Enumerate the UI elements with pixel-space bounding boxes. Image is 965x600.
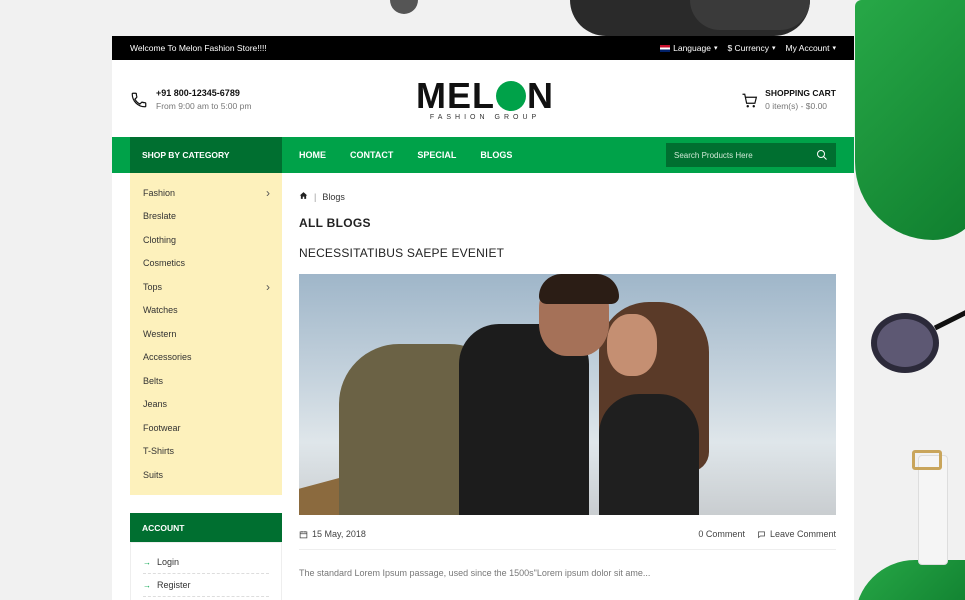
decor-watch-strap xyxy=(918,455,948,565)
category-item-fashion[interactable]: Fashion › xyxy=(143,181,282,205)
phone-number: +91 800-12345-6789 xyxy=(156,88,240,98)
welcome-text: Welcome To Melon Fashion Store!!!! xyxy=(130,43,267,53)
calendar-icon xyxy=(299,530,308,538)
logo-subtitle: FASHION GROUP xyxy=(429,114,541,121)
chevron-down-icon: ▾ xyxy=(772,45,776,52)
account-link-register[interactable]: → Register xyxy=(143,574,269,597)
breadcrumb-separator: | xyxy=(314,191,317,202)
breadcrumb-current[interactable]: Blogs xyxy=(322,192,345,202)
cart-summary: 0 item(s) - $0.00 xyxy=(765,101,828,111)
category-item-cosmetics[interactable]: Cosmetics xyxy=(143,252,282,276)
decor-watch-buckle xyxy=(912,450,942,470)
nav-blogs[interactable]: BLOGS xyxy=(480,150,512,160)
account-dropdown[interactable]: My Account ▾ xyxy=(786,43,836,53)
chevron-right-icon: › xyxy=(266,185,270,200)
language-label: Language xyxy=(673,43,711,53)
post-date: 15 May, 2018 xyxy=(312,529,366,539)
page-title: ALL BLOGS xyxy=(299,216,371,230)
category-item-tshirts[interactable]: T-Shirts xyxy=(143,440,282,464)
category-item-western[interactable]: Western xyxy=(143,322,282,346)
chevron-down-icon: ▾ xyxy=(713,45,718,52)
nav-special[interactable]: SPECIAL xyxy=(417,150,456,160)
account-link-login[interactable]: → Login xyxy=(143,551,269,574)
flag-icon xyxy=(660,44,671,52)
category-item-jeans[interactable]: Jeans xyxy=(143,393,282,417)
home-icon[interactable] xyxy=(299,191,308,202)
account-links: → Login → Register xyxy=(130,542,282,600)
main-content: | Blogs ALL BLOGS NECESSITATIBUS SAEPE E… xyxy=(299,173,836,578)
category-item-suits[interactable]: Suits xyxy=(143,463,282,487)
account-heading: ACCOUNT xyxy=(130,513,282,542)
category-item-belts[interactable]: Belts xyxy=(143,369,282,393)
category-item-breslate[interactable]: Breslate xyxy=(143,205,282,229)
opening-hours: From 9:00 am to 5:00 pm xyxy=(156,101,252,111)
post-excerpt: The standard Lorem Ipsum passage, used s… xyxy=(299,568,651,578)
category-item-footwear[interactable]: Footwear xyxy=(143,416,282,440)
post-title[interactable]: NECESSITATIBUS SAEPE EVENIET xyxy=(299,246,836,260)
decor-sunglasses xyxy=(871,310,965,373)
category-item-tops[interactable]: Tops › xyxy=(143,275,282,299)
shopping-cart[interactable]: SHOPPING CART 0 item(s) - $0.00 xyxy=(741,88,836,111)
category-item-watches[interactable]: Watches xyxy=(143,299,282,323)
phone-icon xyxy=(131,92,147,107)
chevron-down-icon: ▾ xyxy=(832,45,836,52)
sidebar: Fashion › Breslate Clothing Cosmetics Top… xyxy=(130,173,282,600)
category-list: Fashion › Breslate Clothing Cosmetics Top… xyxy=(130,173,282,495)
logo-text-end: N xyxy=(527,75,554,116)
account-label: My Account xyxy=(785,43,830,53)
leave-comment-link[interactable]: Leave Comment xyxy=(757,529,836,539)
header: +91 800-12345-6789 From 9:00 am to 5:00 … xyxy=(112,60,854,137)
search-icon[interactable] xyxy=(816,149,828,161)
language-dropdown[interactable]: Language ▾ xyxy=(660,43,717,53)
main-nav: SHOP BY CATEGORY HOME CONTACT SPECIAL BL… xyxy=(112,137,854,173)
search-box xyxy=(666,143,836,167)
decor-leaf-bottom xyxy=(855,560,965,600)
breadcrumb: | Blogs xyxy=(299,191,836,202)
search-input[interactable] xyxy=(674,150,804,160)
post-meta: 15 May, 2018 0 Comment Leave Comment xyxy=(299,529,836,550)
chevron-right-icon: › xyxy=(266,279,270,294)
arrow-right-icon: → xyxy=(143,580,151,590)
nav-home[interactable]: HOME xyxy=(299,150,326,160)
shop-by-category-button[interactable]: SHOP BY CATEGORY xyxy=(130,137,282,173)
top-bar: Welcome To Melon Fashion Store!!!! Langu… xyxy=(112,36,854,60)
post-image[interactable] xyxy=(299,274,836,515)
decor-leaf-top xyxy=(855,0,965,240)
category-item-accessories[interactable]: Accessories xyxy=(143,346,282,370)
comment-count[interactable]: 0 Comment xyxy=(698,529,745,539)
nav-menu: HOME CONTACT SPECIAL BLOGS xyxy=(299,150,512,160)
logo-text-start: MEL xyxy=(416,75,495,116)
logo-green-circle xyxy=(496,81,526,111)
currency-label: $ Currency xyxy=(727,43,770,53)
contact-phone: +91 800-12345-6789 From 9:00 am to 5:00 … xyxy=(130,88,251,111)
site-logo[interactable]: MEL N FASHION GROUP xyxy=(416,75,554,122)
currency-dropdown[interactable]: $ Currency ▾ xyxy=(727,43,775,53)
cart-icon xyxy=(742,93,758,108)
nav-contact[interactable]: CONTACT xyxy=(350,150,393,160)
decor-button xyxy=(390,0,418,14)
cart-title: SHOPPING CART xyxy=(765,88,836,98)
comment-icon xyxy=(758,531,765,538)
arrow-right-icon: → xyxy=(143,557,151,567)
category-item-clothing[interactable]: Clothing xyxy=(143,228,282,252)
decor-shoe-detail xyxy=(690,0,810,30)
